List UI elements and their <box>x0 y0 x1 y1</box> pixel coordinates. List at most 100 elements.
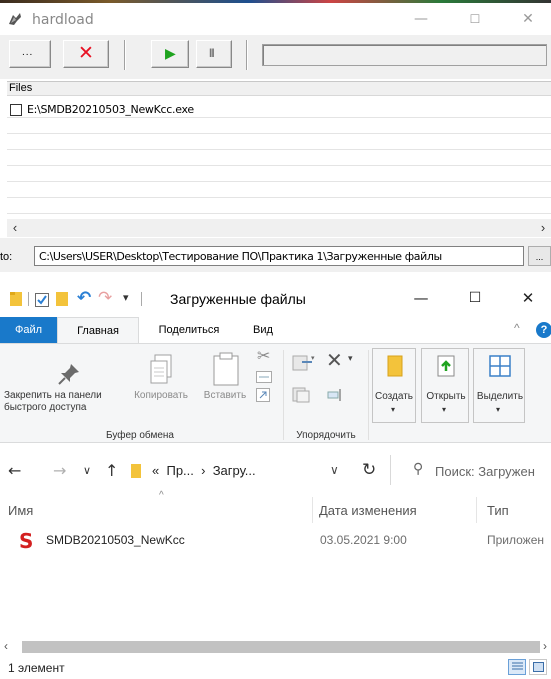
explorer-maximize-button[interactable]: ☐ <box>452 282 498 315</box>
copy-to-icon[interactable] <box>292 387 316 403</box>
more-button-label: ... <box>22 47 34 58</box>
empty-row <box>7 118 551 134</box>
start-button[interactable]: ▶ <box>151 40 189 68</box>
scroll-right-icon[interactable]: › <box>535 219 551 237</box>
empty-row <box>7 198 551 214</box>
collapse-ribbon-icon[interactable]: ^ <box>514 321 520 335</box>
breadcrumb-item[interactable]: Загру... <box>213 463 256 478</box>
dropdown-arrow-icon: ▾ <box>391 405 396 414</box>
toolbar-separator <box>124 40 126 70</box>
files-horizontal-scrollbar[interactable]: ‹ › <box>7 219 551 237</box>
large-icons-view-button[interactable] <box>529 659 547 675</box>
cancel-button[interactable]: ✕ <box>63 40 109 68</box>
tab-file[interactable]: Файл <box>0 317 57 343</box>
hardload-app-icon <box>9 13 21 25</box>
column-type-header[interactable]: Тип <box>487 503 509 518</box>
refresh-icon[interactable]: ↻ <box>362 460 376 480</box>
column-divider[interactable] <box>312 497 313 523</box>
file-name: E:\SMDB20210503_NewKcc.exe <box>27 103 194 116</box>
files-column-header[interactable]: Files <box>7 81 551 96</box>
svg-text:▾: ▾ <box>311 355 315 362</box>
title-separator <box>141 292 142 306</box>
undo-icon[interactable]: ↶ <box>77 288 91 308</box>
scroll-right-icon[interactable]: › <box>543 639 547 653</box>
move-to-icon[interactable]: ▾ <box>292 352 316 372</box>
hardload-maximize-button[interactable]: ☐ <box>452 3 498 35</box>
details-view-button[interactable] <box>508 659 526 675</box>
select-button[interactable]: Выделить ▾ <box>473 348 525 423</box>
explorer-horizontal-scrollbar[interactable]: ‹ › <box>0 639 551 656</box>
more-button[interactable]: ... <box>9 40 51 68</box>
rename-icon[interactable] <box>327 388 343 402</box>
copy-icon <box>150 354 172 384</box>
file-row[interactable]: E:\SMDB20210503_NewKcc.exe <box>7 102 551 118</box>
large-icons-view-icon <box>533 662 544 672</box>
explorer-minimize-button[interactable]: — <box>398 282 444 315</box>
ribbon-tabs: Файл Главная Поделиться Вид ^ ? <box>0 317 551 343</box>
play-icon: ▶ <box>165 46 176 62</box>
application-icon: S <box>19 529 34 553</box>
scrollbar-thumb[interactable] <box>22 641 540 653</box>
hardload-minimize-button[interactable]: — <box>398 3 444 35</box>
file-date: 03.05.2021 9:00 <box>320 533 407 547</box>
file-type: Приложен <box>487 533 545 547</box>
destination-row: to: C:\Users\USER\Desktop\Тестирование П… <box>0 238 551 272</box>
group-separator <box>283 350 284 440</box>
copy-path-icon[interactable] <box>256 371 272 383</box>
column-header: ^ Имя Дата изменения Тип <box>0 490 551 523</box>
pause-icon: II <box>209 46 215 60</box>
navigation-bar: ← → ∨ ↑ « Пр... › Загру... ∨ ↻ ⚲ Поиск: … <box>0 453 551 489</box>
forward-icon[interactable]: → <box>53 461 66 480</box>
files-list[interactable]: E:\SMDB20210503_NewKcc.exe <box>7 96 551 214</box>
cancel-icon: ✕ <box>78 42 94 64</box>
column-name-header[interactable]: Имя <box>8 503 33 518</box>
recent-locations-icon[interactable]: ∨ <box>83 464 91 477</box>
breadcrumb-overflow[interactable]: « <box>152 463 159 478</box>
qat-dropdown-icon[interactable]: ▾ <box>123 291 129 304</box>
destination-path-field[interactable]: C:\Users\USER\Desktop\Тестирование ПО\Пр… <box>34 246 524 266</box>
scroll-left-icon[interactable]: ‹ <box>7 219 23 237</box>
empty-row <box>7 182 551 198</box>
empty-row <box>7 150 551 166</box>
pin-button-label[interactable]: Закрепить на панели быстрого доступа <box>4 390 134 414</box>
redo-icon[interactable]: ↷ <box>98 288 112 308</box>
copy-button[interactable]: Копировать <box>130 390 192 402</box>
folder-icon <box>10 292 22 306</box>
search-box[interactable]: ⚲ Поиск: Загружен <box>390 455 551 485</box>
column-divider[interactable] <box>476 497 477 523</box>
properties-icon[interactable] <box>35 292 49 308</box>
tab-view[interactable]: Вид <box>242 317 284 343</box>
search-placeholder: Поиск: Загружен <box>435 464 535 479</box>
create-button[interactable]: Создать ▾ <box>372 348 416 423</box>
help-button[interactable]: ? <box>536 322 551 338</box>
details-view-icon <box>512 662 523 670</box>
scroll-left-icon[interactable]: ‹ <box>4 639 8 653</box>
new-folder-icon[interactable] <box>56 291 68 307</box>
back-icon[interactable]: ← <box>8 461 21 480</box>
breadcrumb-item[interactable]: Пр... <box>166 463 193 478</box>
file-list-row[interactable]: S SMDB20210503_NewKcc 03.05.2021 9:00 Пр… <box>0 529 551 553</box>
paste-button[interactable]: Вставить <box>200 390 250 402</box>
open-button[interactable]: Открыть ▾ <box>421 348 469 423</box>
explorer-close-button[interactable]: ✕ <box>505 282 551 315</box>
address-dropdown-icon[interactable]: ∨ <box>330 463 339 477</box>
file-checkbox[interactable] <box>10 104 22 116</box>
pause-button[interactable]: II <box>196 40 232 68</box>
create-label: Создать <box>374 391 413 402</box>
open-label: Открыть <box>426 391 466 402</box>
cut-icon[interactable]: ✂ <box>257 346 270 365</box>
dropdown-arrow-icon: ▾ <box>496 405 501 414</box>
tab-home[interactable]: Главная <box>57 317 139 343</box>
browse-button[interactable]: ... <box>528 246 551 266</box>
column-date-header[interactable]: Дата изменения <box>319 503 417 518</box>
delete-icon[interactable]: ✕ <box>326 348 343 372</box>
paste-shortcut-icon[interactable] <box>256 388 270 402</box>
up-icon[interactable]: ↑ <box>105 461 118 480</box>
explorer-title: Загруженные файлы <box>170 291 306 307</box>
hardload-close-button[interactable]: ✕ <box>505 3 551 35</box>
tab-share[interactable]: Поделиться <box>147 317 231 343</box>
sort-ascending-icon: ^ <box>159 490 164 501</box>
delete-dropdown-icon[interactable]: ▾ <box>348 353 353 364</box>
hardload-title: hardload <box>32 12 94 28</box>
breadcrumb[interactable]: « Пр... › Загру... <box>152 463 256 478</box>
